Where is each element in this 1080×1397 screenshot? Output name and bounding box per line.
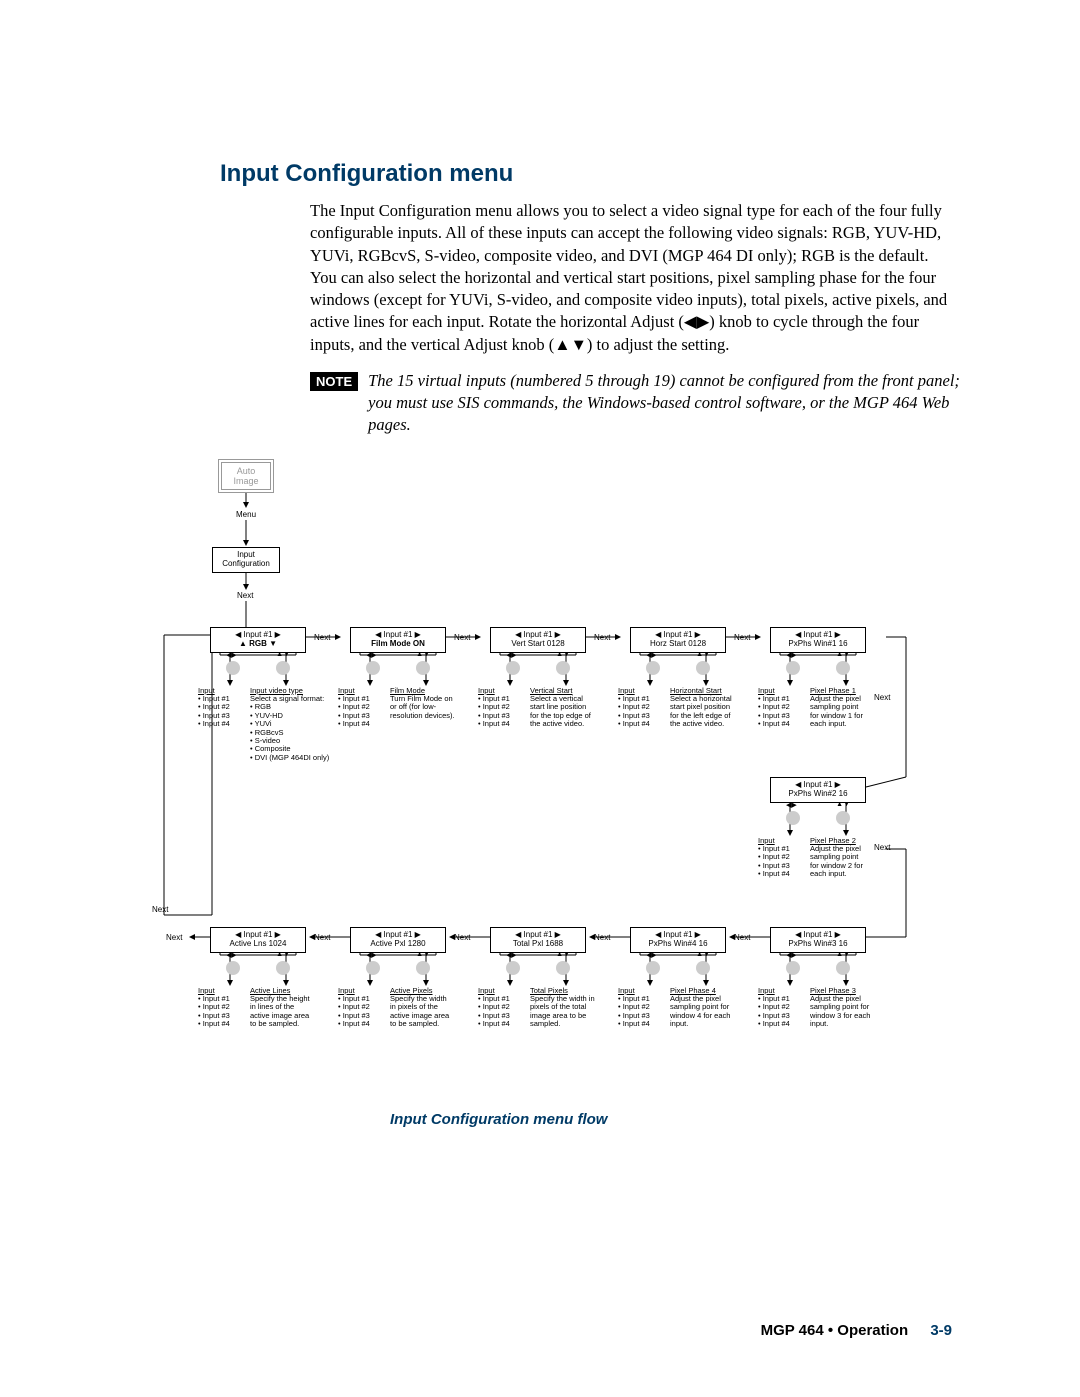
intro-paragraph: The Input Configuration menu allows you … <box>310 200 950 356</box>
screen-row1-2: ◀ Input #1 ▶Vert Start 0128 <box>490 627 586 653</box>
footer-page-num: 3-9 <box>930 1322 952 1339</box>
note-text: The 15 virtual inputs (numbered 5 throug… <box>368 370 960 437</box>
menu-flow-diagram: AutoImage Menu InputConfiguration Next ◀… <box>140 455 1000 1105</box>
menu-label: Menu <box>236 510 256 519</box>
next-label: Next <box>734 933 750 942</box>
section-title: Input Configuration menu <box>220 160 960 188</box>
next-label-0: Next <box>237 591 253 600</box>
screen-mid: ◀ Input #1 ▶PxPhs Win#2 16 <box>770 777 866 803</box>
screen-row1-0: ◀ Input #1 ▶▲ RGB ▼ <box>210 627 306 653</box>
screen-row1-1: ◀ Input #1 ▶Film Mode ON <box>350 627 446 653</box>
next-label: Next <box>594 633 610 642</box>
page-footer: MGP 464 • Operation 3-9 <box>761 1322 952 1339</box>
auto-image-label: AutoImage <box>233 466 258 486</box>
auto-image-box: AutoImage <box>218 459 274 493</box>
screen-row2-2: ◀ Input #1 ▶Total Pxl 1688 <box>490 927 586 953</box>
screen-row2-0: ◀ Input #1 ▶Active Lns 1024 <box>210 927 306 953</box>
next-label: Next <box>166 933 182 942</box>
footer-text: MGP 464 • Operation <box>761 1322 909 1339</box>
next-label: Next <box>454 633 470 642</box>
next-label: Next <box>874 843 890 852</box>
next-label: Next <box>314 933 330 942</box>
input-config-box: InputConfiguration <box>212 547 280 573</box>
screen-row1-3: ◀ Input #1 ▶Horz Start 0128 <box>630 627 726 653</box>
input-config-label: InputConfiguration <box>222 550 270 568</box>
next-label-left: Next <box>152 905 168 914</box>
next-label: Next <box>734 633 750 642</box>
flow-caption: Input Configuration menu flow <box>390 1111 960 1128</box>
screen-row2-4: ◀ Input #1 ▶PxPhs Win#3 16 <box>770 927 866 953</box>
screen-row1-4: ◀ Input #1 ▶PxPhs Win#1 16 <box>770 627 866 653</box>
next-label: Next <box>594 933 610 942</box>
next-label: Next <box>314 633 330 642</box>
next-label: Next <box>874 693 890 702</box>
note-badge: NOTE <box>310 372 358 391</box>
screen-row2-3: ◀ Input #1 ▶PxPhs Win#4 16 <box>630 927 726 953</box>
next-label: Next <box>454 933 470 942</box>
screen-row2-1: ◀ Input #1 ▶Active Pxl 1280 <box>350 927 446 953</box>
